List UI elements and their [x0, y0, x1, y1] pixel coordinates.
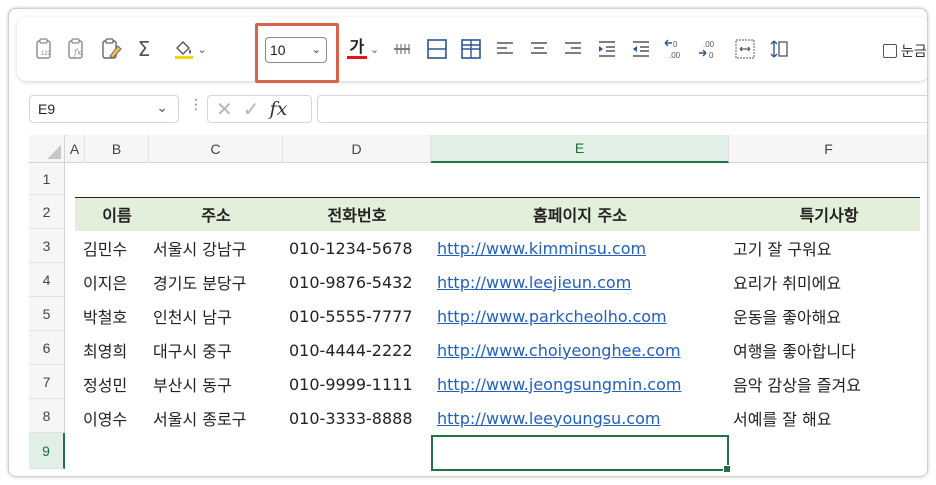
- cell-phone[interactable]: 010-9876-5432: [289, 265, 413, 299]
- checkbox-icon: [883, 44, 897, 58]
- column-header-c[interactable]: C: [149, 135, 283, 163]
- align-center-icon[interactable]: [525, 34, 553, 64]
- name-box[interactable]: E9 ⌄: [29, 95, 179, 123]
- align-right-icon[interactable]: [559, 34, 587, 64]
- font-size-select[interactable]: 10 ⌄: [265, 37, 327, 63]
- paste-formula-icon[interactable]: fx: [63, 34, 89, 64]
- cell-notes[interactable]: 운동을 좋아해요: [733, 299, 841, 333]
- excel-window: 123 fx Σ ⌄ 10 ⌄ 가 ⌄ 0 .00 .00 0 눈금 E9 ⌄ …: [8, 8, 928, 477]
- paste-values-icon[interactable]: 123: [31, 34, 57, 64]
- row-header-8[interactable]: 8: [29, 399, 65, 433]
- decrease-indent-icon[interactable]: [627, 34, 655, 64]
- cell-notes[interactable]: 요리가 취미에요: [733, 265, 841, 299]
- formula-bar: E9 ⌄ ⋮ ✕ ✓ fx: [17, 91, 927, 125]
- cell-notes[interactable]: 여행을 좋아합니다: [733, 333, 856, 367]
- row-header-4[interactable]: 4: [29, 263, 65, 297]
- cell-phone[interactable]: 010-5555-7777: [289, 299, 413, 333]
- cell-homepage-link[interactable]: http://www.leejieun.com: [437, 265, 631, 299]
- svg-text:.00: .00: [669, 51, 681, 60]
- column-header-a[interactable]: A: [65, 135, 85, 163]
- header-address[interactable]: 주소: [149, 197, 283, 231]
- column-header-b[interactable]: B: [85, 135, 149, 163]
- borders-bottom-icon[interactable]: [423, 34, 451, 64]
- cell-address[interactable]: 대구시 중구: [153, 333, 232, 367]
- cell-notes[interactable]: 서예를 잘 해요: [733, 401, 832, 435]
- cell-name[interactable]: 박철호: [83, 299, 127, 333]
- increase-decimal-icon[interactable]: 0.00: [661, 34, 691, 64]
- header-homepage[interactable]: 홈페이지 주소: [431, 197, 729, 231]
- svg-text:fx: fx: [73, 48, 82, 57]
- header-notes[interactable]: 특기사항: [729, 197, 927, 231]
- font-color-letter: 가: [349, 37, 365, 56]
- cell-name[interactable]: 김민수: [83, 231, 127, 265]
- ribbon-toolbar: 123 fx Σ ⌄ 10 ⌄ 가 ⌄ 0 .00 .00 0 눈금: [17, 17, 927, 83]
- cell-name[interactable]: 최영희: [83, 333, 127, 367]
- svg-text:123: 123: [41, 51, 52, 57]
- cell-phone[interactable]: 010-9999-1111: [289, 367, 413, 401]
- gridlines-checkbox[interactable]: 눈금: [883, 41, 927, 61]
- cell-homepage-link[interactable]: http://www.parkcheolho.com: [437, 299, 667, 333]
- font-size-value: 10: [270, 42, 286, 58]
- cell-notes[interactable]: 고기 잘 구워요: [733, 231, 832, 265]
- chevron-down-icon: ⌄: [156, 99, 168, 115]
- autosum-icon[interactable]: Σ: [131, 34, 157, 64]
- name-box-value: E9: [38, 101, 56, 117]
- header-phone[interactable]: 전화번호: [283, 197, 431, 231]
- font-color-bar: [346, 56, 367, 59]
- insert-function-icon[interactable]: fx: [270, 99, 288, 119]
- cell-address[interactable]: 서울시 강남구: [153, 231, 246, 265]
- gridlines-label: 눈금: [901, 44, 927, 60]
- merge-cells-icon[interactable]: [731, 34, 759, 64]
- cell-phone[interactable]: 010-3333-8888: [289, 401, 413, 435]
- svg-text:.00: .00: [703, 40, 715, 49]
- align-left-icon[interactable]: [491, 34, 519, 64]
- strikethrough-icon[interactable]: [387, 34, 417, 64]
- column-header-d[interactable]: D: [283, 135, 431, 163]
- row-header-1[interactable]: 1: [29, 163, 65, 195]
- fill-color-button[interactable]: ⌄: [167, 34, 213, 64]
- cell-name[interactable]: 이지은: [83, 265, 127, 299]
- svg-text:0: 0: [673, 40, 678, 49]
- formula-actions: ✕ ✓ fx: [207, 95, 312, 123]
- cell-address[interactable]: 경기도 분당구: [153, 265, 246, 299]
- chevron-down-icon: ⌄: [369, 42, 380, 56]
- chevron-down-icon: ⌄: [311, 44, 321, 56]
- active-cell-e9[interactable]: [431, 435, 731, 473]
- borders-all-icon[interactable]: [457, 34, 485, 64]
- decrease-decimal-icon[interactable]: .00 0: [695, 34, 725, 64]
- cell-address[interactable]: 인천시 남구: [153, 299, 232, 333]
- header-name[interactable]: 이름: [85, 197, 149, 231]
- cell-homepage-link[interactable]: http://www.choiyeonghee.com: [437, 333, 681, 367]
- cell-name[interactable]: 이영수: [83, 401, 127, 435]
- cell-homepage-link[interactable]: http://www.kimminsu.com: [437, 231, 646, 265]
- more-options-icon[interactable]: ⋮: [189, 97, 203, 113]
- cell-homepage-link[interactable]: http://www.leeyoungsu.com: [437, 401, 660, 435]
- formula-input[interactable]: [317, 95, 927, 123]
- cell-notes[interactable]: 음악 감상을 즐겨요: [733, 367, 861, 401]
- cell-address[interactable]: 부산시 동구: [153, 367, 232, 401]
- chevron-down-icon: ⌄: [197, 42, 207, 56]
- row-header-6[interactable]: 6: [29, 331, 65, 365]
- row-header-7[interactable]: 7: [29, 365, 65, 399]
- confirm-icon[interactable]: ✓: [243, 99, 260, 119]
- row-height-icon[interactable]: [765, 34, 793, 64]
- cell-homepage-link[interactable]: http://www.jeongsungmin.com: [437, 367, 681, 401]
- spreadsheet-grid: A B C D E F 1 2 3 4 5 6 7 8 9 이름 주소 전화번호…: [17, 135, 927, 476]
- row-header-9[interactable]: 9: [29, 433, 65, 469]
- row-header-3[interactable]: 3: [29, 229, 65, 263]
- font-color-button[interactable]: 가 ⌄: [343, 34, 383, 64]
- cell-address[interactable]: 서울시 종로구: [153, 401, 246, 435]
- cell-name[interactable]: 정성민: [83, 367, 127, 401]
- cell-phone[interactable]: 010-4444-2222: [289, 333, 413, 367]
- svg-text:0: 0: [709, 51, 714, 60]
- paste-formatting-icon[interactable]: [97, 34, 125, 64]
- select-all-corner[interactable]: [29, 135, 65, 163]
- row-header-5[interactable]: 5: [29, 297, 65, 331]
- cancel-icon[interactable]: ✕: [216, 99, 233, 119]
- column-header-f[interactable]: F: [729, 135, 927, 163]
- column-header-e[interactable]: E: [431, 135, 729, 163]
- cell-phone[interactable]: 010-1234-5678: [289, 231, 413, 265]
- increase-indent-icon[interactable]: [593, 34, 621, 64]
- row-header-2[interactable]: 2: [29, 195, 65, 229]
